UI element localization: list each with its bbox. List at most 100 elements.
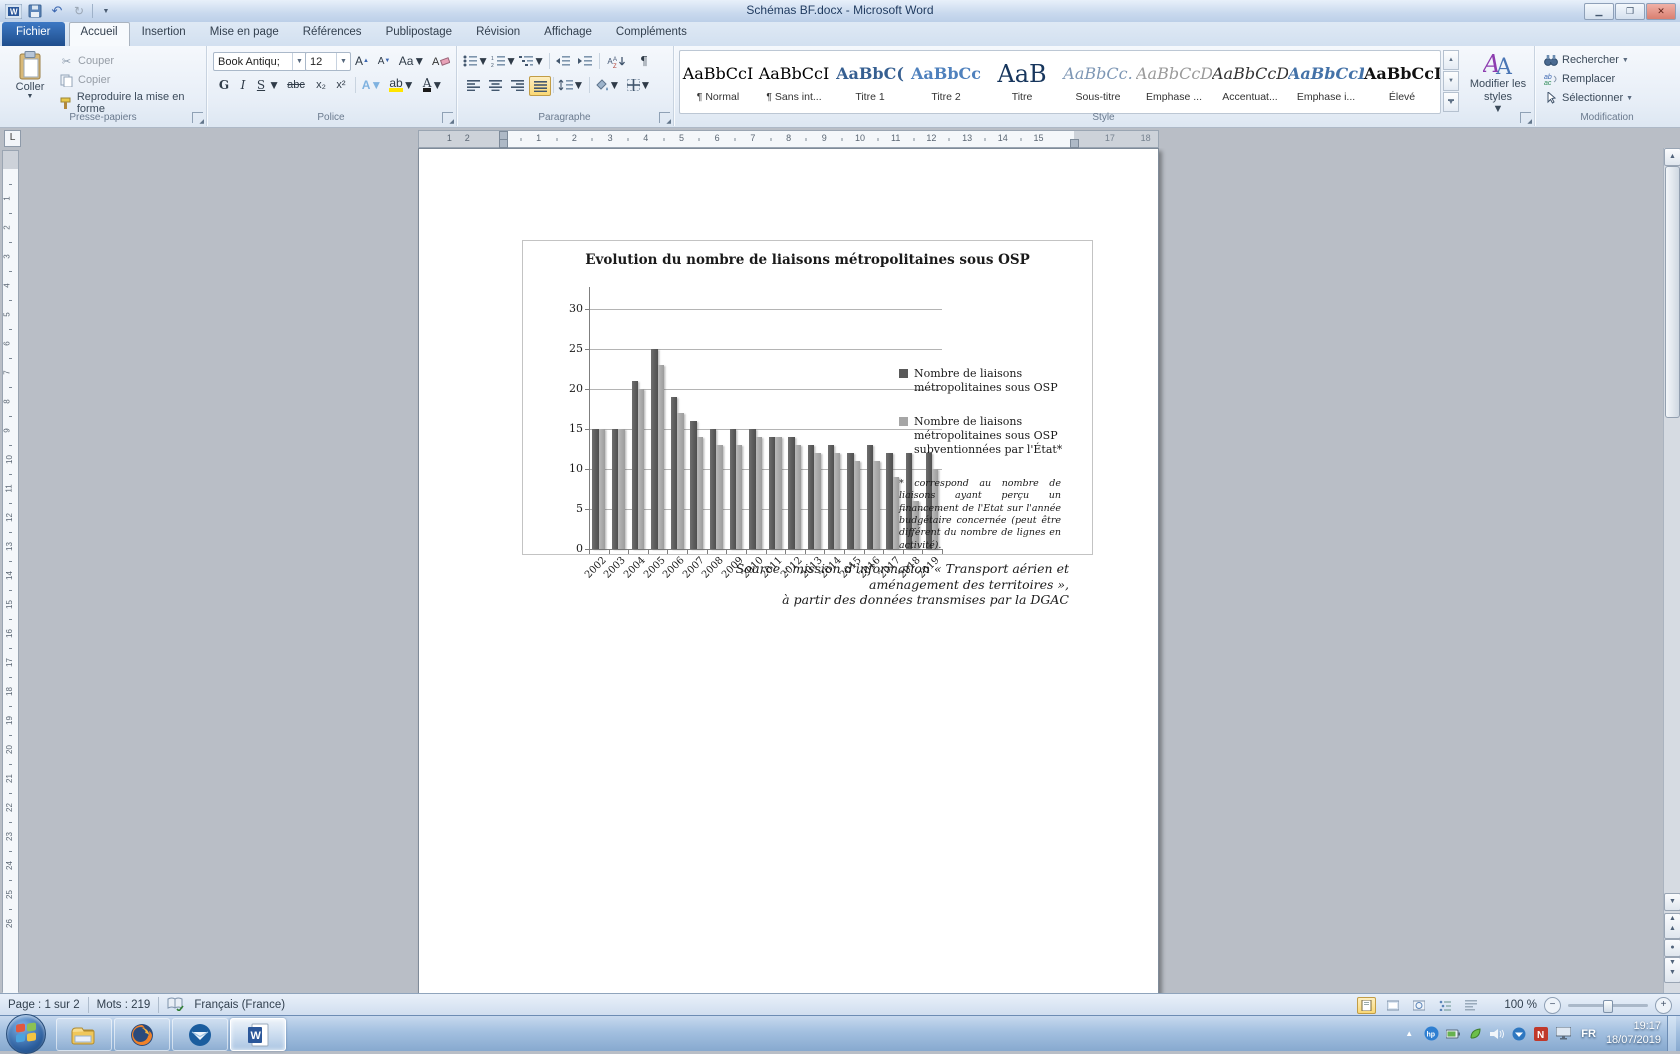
taskbar-thunderbird-button[interactable] — [172, 1018, 228, 1051]
tab-accueil[interactable]: Accueil — [69, 22, 130, 46]
chart-object[interactable]: Evolution du nombre de liaisons métropol… — [522, 240, 1093, 555]
paste-dropdown-arrow[interactable]: ▼ — [27, 93, 34, 100]
leaf-icon[interactable] — [1467, 1026, 1483, 1042]
word-count[interactable]: Mots : 219 — [97, 999, 151, 1011]
taskbar-firefox-button[interactable] — [114, 1018, 170, 1051]
nvidia-icon[interactable]: N — [1533, 1026, 1549, 1042]
spellcheck-icon[interactable] — [167, 997, 184, 1014]
grow-font-button[interactable]: A▲ — [351, 52, 373, 70]
find-button[interactable]: Rechercher▼ — [1542, 52, 1629, 68]
start-button[interactable] — [6, 1014, 46, 1054]
styles-scroll-down-icon[interactable]: ▼ — [1443, 71, 1459, 91]
zoom-slider-thumb[interactable] — [1603, 1000, 1613, 1013]
previous-page-icon[interactable]: ▲▲ — [1664, 913, 1680, 939]
draft-view-icon[interactable] — [1461, 997, 1480, 1014]
document-page[interactable]: Evolution du nombre de liaisons métropol… — [418, 148, 1159, 993]
tab-mise-en-page[interactable]: Mise en page — [198, 22, 291, 46]
maximize-button[interactable]: ❐ — [1615, 3, 1645, 20]
increase-indent-button[interactable] — [575, 52, 595, 70]
scrollbar-thumb[interactable] — [1665, 166, 1680, 418]
change-styles-button[interactable]: AA Modifier les styles ▼ — [1467, 50, 1529, 115]
select-button[interactable]: Sélectionner▼ — [1542, 90, 1633, 106]
hidden-icons-arrow[interactable]: ▲ — [1401, 1026, 1417, 1042]
style-normal[interactable]: AaBbCcI¶ Normal — [680, 51, 756, 113]
close-button[interactable]: ✕ — [1646, 3, 1676, 20]
justify-button[interactable] — [529, 76, 551, 96]
borders-button[interactable]: ▼ — [625, 76, 653, 94]
vertical-scrollbar[interactable]: ▲ ▼ ▲▲ ● ▼▼ — [1663, 148, 1680, 993]
thunderbird-tray-icon[interactable] — [1511, 1026, 1527, 1042]
taskbar-word-button[interactable]: W — [230, 1018, 286, 1051]
replace-button[interactable]: abacRemplacer — [1542, 71, 1615, 87]
fullscreen-view-icon[interactable] — [1383, 997, 1402, 1014]
style-titre[interactable]: AaBbC(Titre 1 — [832, 51, 908, 113]
numbering-button[interactable]: 12▼ — [491, 52, 517, 70]
styles-dialog-launcher[interactable] — [1520, 112, 1531, 123]
style-accentuat[interactable]: AaBbCcDAccentuat... — [1212, 51, 1288, 113]
tab-révision[interactable]: Révision — [464, 22, 532, 46]
language-bar[interactable]: FR — [1577, 1028, 1600, 1040]
font-name-combo[interactable]: Book Antiqu;▼ — [213, 52, 307, 71]
next-page-icon[interactable]: ▼▼ — [1664, 957, 1680, 983]
zoom-slider[interactable] — [1568, 1004, 1648, 1007]
tab-affichage[interactable]: Affichage — [532, 22, 604, 46]
tab-stop-selector[interactable]: L — [4, 130, 21, 147]
volume-icon[interactable] — [1489, 1026, 1505, 1042]
cut-button[interactable]: ✂Couper — [58, 53, 114, 69]
align-center-button[interactable] — [485, 76, 505, 94]
change-case-button[interactable]: Aa▼ — [399, 52, 425, 70]
shrink-font-button[interactable]: A▼ — [373, 52, 395, 70]
show-desktop-button[interactable] — [1667, 1016, 1676, 1051]
outline-view-icon[interactable] — [1435, 997, 1454, 1014]
select-browse-object-icon[interactable]: ● — [1664, 939, 1680, 957]
tab-publipostage[interactable]: Publipostage — [374, 22, 465, 46]
paste-button[interactable]: Coller ▼ — [8, 51, 52, 100]
highlight-button[interactable]: ab▼ — [387, 76, 417, 94]
style-sansint[interactable]: AaBbCcI¶ Sans int... — [756, 51, 832, 113]
taskbar-explorer-button[interactable] — [56, 1018, 112, 1051]
strikethrough-button[interactable]: abc — [283, 76, 309, 94]
horizontal-ruler[interactable]: 211234567891011121314151718 — [418, 130, 1159, 148]
styles-more-icon[interactable]: ▬▼ — [1443, 92, 1459, 112]
zoom-out-icon[interactable]: − — [1544, 997, 1561, 1014]
bullets-button[interactable]: ▼ — [463, 52, 489, 70]
italic-button[interactable]: I — [235, 76, 251, 94]
bold-button[interactable]: G — [215, 76, 233, 94]
style-soustitre[interactable]: AaBbCc.Sous-titre — [1060, 51, 1136, 113]
minimize-button[interactable]: ▁ — [1584, 3, 1614, 20]
style-emphase[interactable]: AaBbCcDEmphase ... — [1136, 51, 1212, 113]
web-layout-view-icon[interactable] — [1409, 997, 1428, 1014]
display-icon[interactable] — [1555, 1026, 1571, 1042]
line-spacing-button[interactable]: ▼ — [557, 76, 585, 94]
show-marks-button[interactable]: ¶ — [635, 52, 653, 70]
paragraph-dialog-launcher[interactable] — [659, 112, 670, 123]
tab-références[interactable]: Références — [291, 22, 374, 46]
tab-fichier[interactable]: Fichier — [2, 22, 65, 46]
align-right-button[interactable] — [507, 76, 527, 94]
clipboard-dialog-launcher[interactable] — [192, 112, 203, 123]
text-effects-button[interactable]: A▼ — [359, 76, 385, 94]
font-size-combo[interactable]: 12▼ — [305, 52, 351, 71]
sort-button[interactable]: AAZ — [603, 52, 631, 70]
subscript-button[interactable]: x₂ — [311, 76, 331, 94]
font-color-button[interactable]: A▼ — [419, 76, 447, 94]
style-levé[interactable]: AaBbCcDÉlevé — [1364, 51, 1440, 113]
zoom-in-icon[interactable]: + — [1655, 997, 1672, 1014]
style-titre[interactable]: AaBbCcTitre 2 — [908, 51, 984, 113]
scroll-up-icon[interactable]: ▲ — [1664, 148, 1680, 166]
superscript-button[interactable]: x² — [331, 76, 351, 94]
scroll-down-icon[interactable]: ▼ — [1664, 893, 1680, 911]
font-dialog-launcher[interactable] — [442, 112, 453, 123]
style-emphasei[interactable]: AaBbCcDEmphase i... — [1288, 51, 1364, 113]
page-indicator[interactable]: Page : 1 sur 2 — [8, 999, 80, 1011]
copy-button[interactable]: Copier — [58, 72, 110, 88]
vertical-ruler[interactable]: 1234567891011121314151617181920212223242… — [2, 150, 19, 992]
multilevel-list-button[interactable]: ▼ — [519, 52, 545, 70]
underline-dropdown[interactable]: ▼ — [269, 76, 279, 94]
decrease-indent-button[interactable] — [553, 52, 573, 70]
taskbar-clock[interactable]: 19:17 18/07/2019 — [1606, 1020, 1661, 1048]
print-layout-view-icon[interactable] — [1357, 997, 1376, 1014]
battery-icon[interactable] — [1445, 1026, 1461, 1042]
language-indicator[interactable]: Français (France) — [194, 999, 285, 1011]
hp-icon[interactable]: hp — [1423, 1026, 1439, 1042]
